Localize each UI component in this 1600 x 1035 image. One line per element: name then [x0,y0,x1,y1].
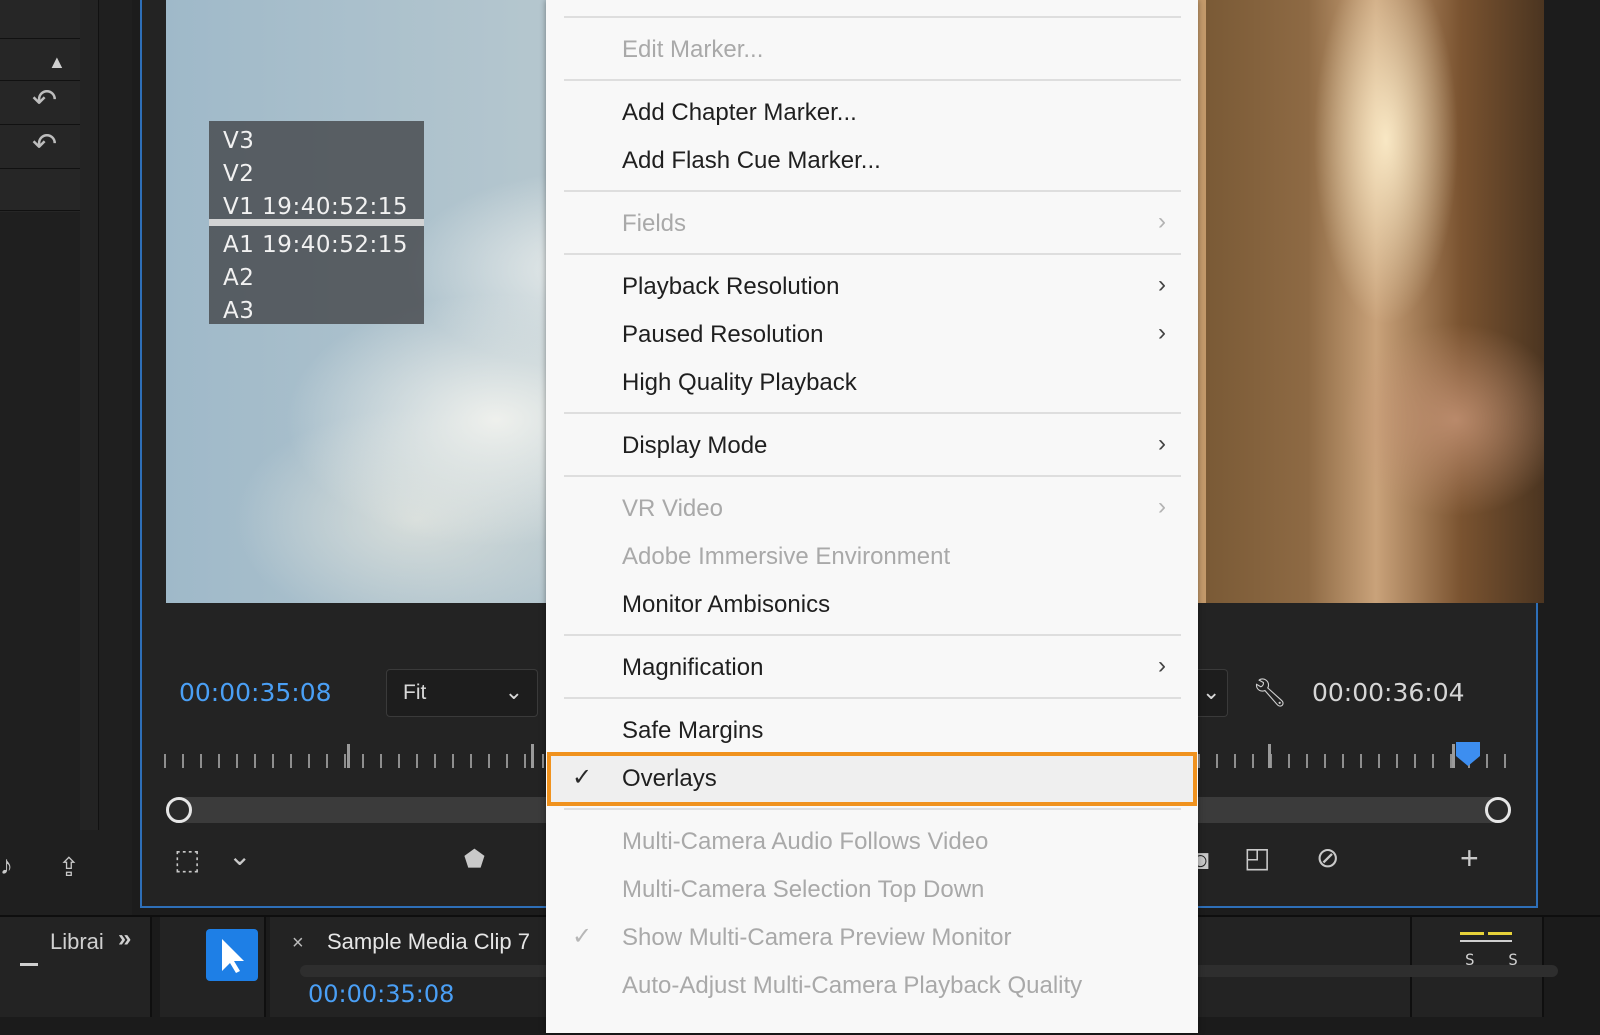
time-ruler[interactable] [164,742,548,768]
chevron-down-icon: ⌄ [1202,679,1221,704]
scroll-start-handle[interactable] [166,797,192,823]
menu-item-safe-margins[interactable]: Safe Margins [546,707,1198,755]
overlay-track-v2: V2 [223,161,255,187]
menu-item-label: High Quality Playback [622,369,857,396]
scroll-end-handle[interactable] [1485,797,1511,823]
sequence-tab-label[interactable]: Sample Media Clip 7 [327,929,530,955]
check-icon: ✓ [572,923,593,950]
menu-item-fields: Fields › [546,200,1198,248]
overlay-track-a2: A2 [223,265,255,291]
overlay-track-a3: A3 [223,298,255,324]
timeline-timecode[interactable]: 00:00:35:08 [308,980,454,1008]
chevron-down-icon[interactable]: ⌄ [228,842,251,870]
menu-item-magnification[interactable]: Magnification › [546,644,1198,692]
menu-item-label: Adobe Immersive Environment [622,543,951,570]
menu-item-display-mode[interactable]: Display Mode › [546,422,1198,470]
menu-item-playback-resolution[interactable]: Playback Resolution › [546,263,1198,311]
menu-items: Edit Marker... Add Chapter Marker... Add F… [546,0,1198,1033]
settings-wrench-icon[interactable]: 🔧︎ [1252,676,1288,709]
menu-item-label: Edit Marker... [622,36,764,63]
safe-margins-icon[interactable]: ⬚ [174,846,200,874]
menu-item-label: Show Multi-Camera Preview Monitor [622,924,1012,951]
meter-solo-labels[interactable]: S S [1465,950,1530,969]
ruler-major-tick [1268,744,1271,768]
playhead-marker[interactable] [1454,740,1482,768]
audio-insert-icon[interactable]: ♪ [0,850,13,881]
menu-item-label: Display Mode [622,432,768,459]
menu-item-edit-marker: Edit Marker... [546,26,1198,74]
menu-item-vr-video: VR Video › [546,485,1198,533]
menu-item-label: Add Flash Cue Marker... [622,147,881,174]
menu-item-overlays[interactable]: ✓ Overlays [546,755,1198,803]
undo-icon[interactable]: ↶ [32,86,57,116]
submenu-chevron-icon: › [1158,208,1166,235]
menu-item-label: Playback Resolution [622,273,840,300]
more-panels-icon[interactable]: » [118,925,131,953]
panel-menu-dash [20,963,38,966]
menu-item-label: Paused Resolution [622,321,824,348]
overlay-track-v1: V1 19:40:52:15 [223,194,408,220]
video-image-right [1206,0,1544,603]
menu-item-label: VR Video [622,495,723,522]
tools-column: ▲ ↶ ↶ [0,0,81,212]
submenu-chevron-icon: › [1158,652,1166,679]
overlay-track-v3: V3 [223,128,255,154]
menu-item-label: Monitor Ambisonics [622,591,831,618]
overlay-track-a1: A1 19:40:52:15 [223,232,408,258]
submenu-chevron-icon: › [1158,430,1166,457]
zoom-level-value: Fit [403,681,427,704]
panel-divider[interactable] [80,0,99,830]
menu-item-paused-resolution[interactable]: Paused Resolution › [546,311,1198,359]
menu-item-label: Multi-Camera Audio Follows Video [622,828,989,855]
menu-item-label: Auto-Adjust Multi-Camera Playback Qualit… [622,972,1083,999]
menu-item-monitor-ambisonics[interactable]: Monitor Ambisonics [546,581,1198,629]
check-icon: ✓ [572,764,593,791]
libraries-tab[interactable]: Librai [50,929,104,955]
menu-item-add-chapter-marker[interactable]: Add Chapter Marker... [546,89,1198,137]
track-overlay: V3 V2 V1 19:40:52:15 A1 19:40:52:15 A2 A… [209,121,424,324]
selection-tool-button[interactable] [206,929,258,981]
vr-toggle-icon[interactable]: ⊘ [1316,844,1339,872]
add-marker-icon[interactable]: ⬟ [464,848,485,872]
chevron-down-icon: ⌄ [504,679,523,704]
submenu-chevron-icon: › [1158,319,1166,346]
submenu-chevron-icon: › [1158,271,1166,298]
export-frame-icon[interactable]: ⇪ [58,852,80,883]
menu-item-label: Magnification [622,654,764,681]
resolution-select[interactable]: ⌄ [1198,669,1228,717]
submenu-chevron-icon: › [1158,493,1166,520]
menu-item-high-quality-playback[interactable]: High Quality Playback [546,359,1198,407]
arrow-cursor-icon [222,939,244,973]
menu-item-multi-camera-selection-top-down: Multi-Camera Selection Top Down [546,866,1198,914]
menu-item-label: Multi-Camera Selection Top Down [622,876,985,903]
compare-view-icon[interactable]: ◰ [1244,844,1270,872]
menu-item-label: Add Chapter Marker... [622,99,857,126]
playhead-timecode[interactable]: 00:00:35:08 [179,678,332,707]
menu-item-show-multi-camera-preview-monitor: ✓ Show Multi-Camera Preview Monitor [546,914,1198,962]
menu-item-multi-camera-audio-follows-video: Multi-Camera Audio Follows Video [546,818,1198,866]
ruler-major-tick [347,744,350,768]
menu-item-label: Overlays [622,765,717,792]
menu-item-label: Safe Margins [622,717,764,744]
menu-item-add-flash-cue-marker[interactable]: Add Flash Cue Marker... [546,137,1198,185]
menu-item-adobe-immersive-environment: Adobe Immersive Environment [546,533,1198,581]
button-editor-plus-icon[interactable]: + [1460,842,1479,874]
scroll-up-icon[interactable]: ▲ [48,52,66,73]
overlay-separator [209,219,424,226]
menu-item-auto-adjust-multi-camera-playback-quality: Auto-Adjust Multi-Camera Playback Qualit… [546,962,1198,1010]
ruler-major-tick [531,744,534,768]
menu-item-label: Fields [622,210,687,237]
duration-timecode: 00:00:36:04 [1312,678,1465,707]
undo-icon[interactable]: ↶ [32,130,57,160]
zoom-level-select[interactable]: Fit ⌄ [386,669,538,717]
close-tab-icon[interactable]: × [292,932,304,955]
